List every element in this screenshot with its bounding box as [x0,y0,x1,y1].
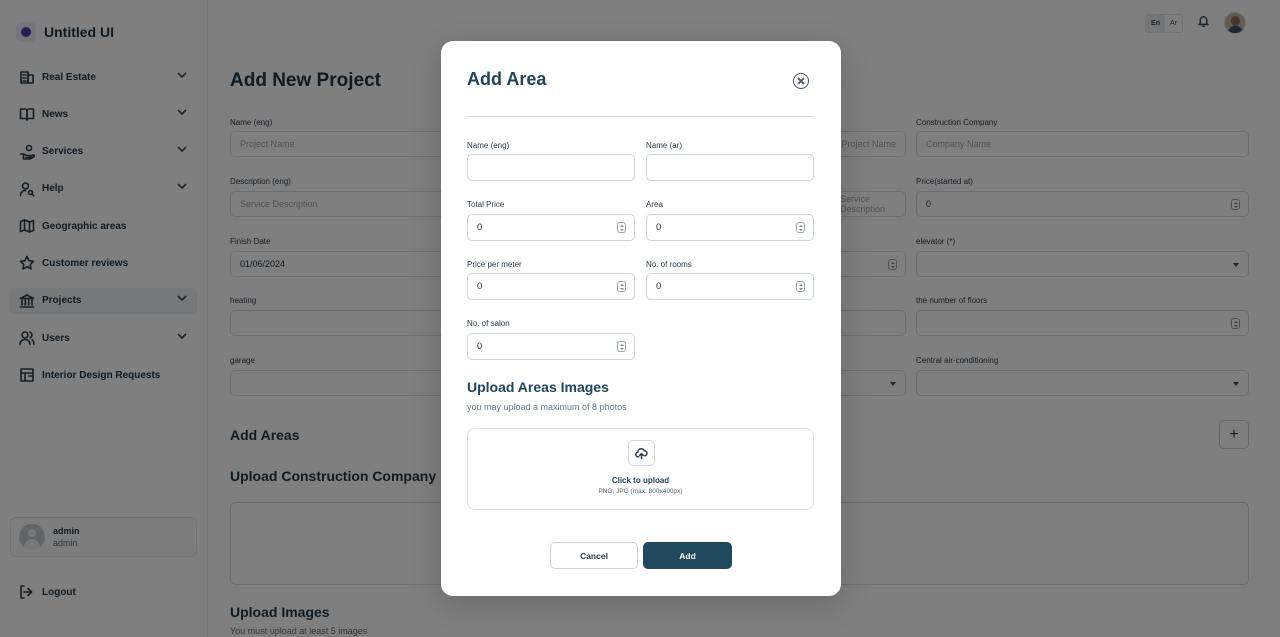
area-name-eng-input[interactable] [467,154,635,181]
stepper-icon[interactable] [617,281,626,292]
area-size-input[interactable]: 0 [646,214,814,241]
click-to-upload-link[interactable]: Click to upload [468,476,813,485]
modal-title: Add Area [467,69,547,89]
stepper-icon[interactable] [796,281,805,292]
add-area-modal: Add Area Name (eng) Name (ar) Total Pric… [441,41,841,596]
area-name-eng-label: Name (eng) [467,141,510,150]
price-per-meter-label: Price per meter [467,260,522,269]
salon-label: No. of salon [467,319,510,328]
price-per-meter-input[interactable]: 0 [467,273,635,300]
stepper-icon[interactable] [617,341,626,352]
upload-areas-note: you may upload a maximum of 8 photos [467,402,627,412]
area-images-dropzone[interactable]: Click to upload PNG, JPG (max. 800x400px… [467,428,814,510]
rooms-value: 0 [656,281,662,292]
price-per-meter-value: 0 [477,281,483,292]
stepper-icon[interactable] [796,222,805,233]
upload-areas-title: Upload Areas Images [467,379,609,395]
salon-value: 0 [477,341,483,352]
area-name-ar-label: Name (ar) [646,141,683,150]
upload-hint: PNG, JPG (max. 800x400px) [598,488,683,495]
area-size-label: Area [646,200,663,209]
rooms-input[interactable]: 0 [646,273,814,300]
close-icon[interactable] [793,73,809,89]
total-price-label: Total Price [467,200,505,209]
divider [467,116,814,117]
cancel-button[interactable]: Cancel [550,542,638,569]
total-price-value: 0 [477,222,483,233]
add-button[interactable]: Add [643,542,732,569]
total-price-input[interactable]: 0 [467,214,635,241]
stepper-icon[interactable] [617,222,626,233]
area-name-ar-input[interactable] [646,154,814,181]
salon-input[interactable]: 0 [467,333,635,360]
upload-cloud-icon [628,440,655,466]
area-size-value: 0 [656,222,662,233]
rooms-label: No. of rooms [646,260,692,269]
